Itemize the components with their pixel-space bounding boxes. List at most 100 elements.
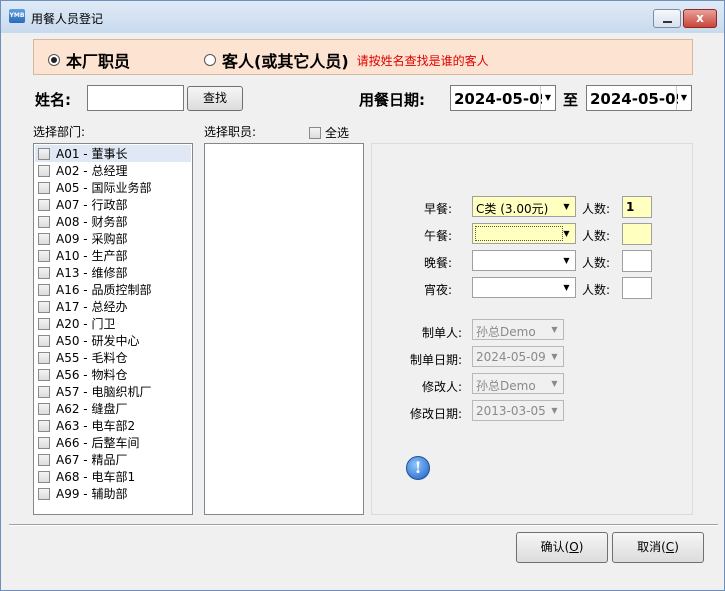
department-checkbox[interactable] bbox=[38, 470, 50, 483]
footer-divider bbox=[9, 524, 718, 526]
department-item[interactable]: A13 - 维修部 bbox=[35, 264, 191, 281]
date-separator: 至 bbox=[563, 91, 579, 109]
lunch-count-label: 人数: bbox=[582, 229, 611, 243]
department-checkbox[interactable] bbox=[38, 402, 50, 415]
ok-button[interactable]: 确认(O) bbox=[516, 532, 608, 563]
department-item[interactable]: A08 - 财务部 bbox=[35, 213, 191, 230]
guest-hint: 请按姓名查找是谁的客人 bbox=[356, 53, 489, 68]
department-item-label: A99 - 辅助部 bbox=[56, 487, 128, 501]
radio-guest[interactable]: 客人(或其它人员) 请按姓名查找是谁的客人 bbox=[204, 48, 489, 72]
app-icon: YMB bbox=[9, 9, 25, 23]
ok-button-key: O bbox=[569, 540, 579, 554]
chevron-down-icon[interactable]: ▼ bbox=[558, 251, 575, 270]
department-checkbox[interactable] bbox=[38, 232, 50, 245]
date-to-picker[interactable]: 2024-05-09 ▼ bbox=[586, 85, 692, 111]
department-item[interactable]: A50 - 研发中心 bbox=[35, 332, 191, 349]
department-checkbox[interactable] bbox=[38, 181, 50, 194]
lunch-combo[interactable]: ▼ bbox=[472, 223, 576, 244]
breakfast-combo[interactable]: C类 (3.00元) ▼ bbox=[472, 196, 576, 217]
radio-own-staff-label: 本厂职员 bbox=[66, 52, 131, 71]
name-input[interactable] bbox=[87, 85, 184, 111]
department-checkbox[interactable] bbox=[38, 283, 50, 296]
department-item[interactable]: A56 - 物料仓 bbox=[35, 366, 191, 383]
department-item-label: A13 - 维修部 bbox=[56, 266, 128, 280]
department-item[interactable]: A02 - 总经理 bbox=[35, 162, 191, 179]
minimize-icon[interactable] bbox=[653, 9, 681, 28]
department-checkbox[interactable] bbox=[38, 215, 50, 228]
create-date-value: 2024-05-09 bbox=[476, 350, 546, 364]
department-item[interactable]: A68 - 电车部1 bbox=[35, 468, 191, 485]
department-item[interactable]: A07 - 行政部 bbox=[35, 196, 191, 213]
select-all-box[interactable] bbox=[309, 126, 321, 139]
supper-count[interactable] bbox=[622, 277, 652, 299]
chevron-down-icon: ▼ bbox=[551, 406, 558, 415]
department-item-label: A66 - 后整车间 bbox=[56, 436, 140, 450]
supper-count-label: 人数: bbox=[582, 283, 611, 297]
department-item[interactable]: A10 - 生产部 bbox=[35, 247, 191, 264]
department-item-label: A09 - 采购部 bbox=[56, 232, 128, 246]
department-item[interactable]: A67 - 精品厂 bbox=[35, 451, 191, 468]
staff-list[interactable] bbox=[204, 143, 364, 515]
chevron-down-icon: ▼ bbox=[551, 325, 558, 334]
department-checkbox[interactable] bbox=[38, 368, 50, 381]
department-checkbox[interactable] bbox=[38, 198, 50, 211]
department-item[interactable]: A63 - 电车部2 bbox=[35, 417, 191, 434]
department-item[interactable]: A05 - 国际业务部 bbox=[35, 179, 191, 196]
info-icon[interactable]: ! bbox=[406, 456, 430, 480]
supper-combo[interactable]: ▼ bbox=[472, 277, 576, 298]
department-item[interactable]: A55 - 毛料仓 bbox=[35, 349, 191, 366]
lunch-label: 午餐: bbox=[423, 229, 452, 243]
chevron-down-icon[interactable]: ▼ bbox=[676, 86, 691, 110]
department-item[interactable]: A62 - 缝盘厂 bbox=[35, 400, 191, 417]
department-checkbox[interactable] bbox=[38, 453, 50, 466]
cancel-button-key: C bbox=[665, 540, 675, 554]
department-checkbox[interactable] bbox=[38, 419, 50, 432]
department-checkbox[interactable] bbox=[38, 436, 50, 449]
cancel-button-text: 取消( bbox=[637, 540, 666, 554]
radio-guest-indicator[interactable] bbox=[204, 54, 216, 66]
radio-own-staff[interactable]: 本厂职员 bbox=[48, 48, 130, 72]
department-checkbox[interactable] bbox=[38, 164, 50, 177]
department-item[interactable]: A16 - 品质控制部 bbox=[35, 281, 191, 298]
department-item[interactable]: A20 - 门卫 bbox=[35, 315, 191, 332]
department-checkbox[interactable] bbox=[38, 317, 50, 330]
department-checkbox[interactable] bbox=[38, 147, 50, 160]
breakfast-count-label: 人数: bbox=[582, 202, 611, 216]
chevron-down-icon[interactable]: ▼ bbox=[558, 278, 575, 297]
chevron-down-icon[interactable]: ▼ bbox=[558, 197, 575, 216]
department-checkbox[interactable] bbox=[38, 334, 50, 347]
creator-field: 孙总Demo ▼ bbox=[472, 319, 564, 340]
dinner-combo[interactable]: ▼ bbox=[472, 250, 576, 271]
lunch-count[interactable] bbox=[622, 223, 652, 245]
radio-own-staff-indicator[interactable] bbox=[48, 54, 60, 66]
find-button[interactable]: 查找 bbox=[187, 86, 243, 111]
chevron-down-icon[interactable]: ▼ bbox=[540, 86, 555, 110]
department-item[interactable]: A66 - 后整车间 bbox=[35, 434, 191, 451]
cancel-button[interactable]: 取消(C) bbox=[612, 532, 704, 563]
department-item-label: A08 - 财务部 bbox=[56, 215, 128, 229]
department-item[interactable]: A99 - 辅助部 bbox=[35, 485, 191, 502]
department-checkbox[interactable] bbox=[38, 487, 50, 500]
dinner-label: 晚餐: bbox=[423, 256, 452, 270]
close-icon[interactable]: x bbox=[683, 9, 717, 28]
create-date-label: 制单日期: bbox=[409, 353, 462, 367]
department-checkbox[interactable] bbox=[38, 351, 50, 364]
ok-button-end: ) bbox=[578, 540, 584, 554]
department-item[interactable]: A01 - 董事长 bbox=[35, 145, 191, 162]
department-checkbox[interactable] bbox=[38, 385, 50, 398]
date-from-picker[interactable]: 2024-05-09 ▼ bbox=[450, 85, 556, 111]
select-all-checkbox[interactable]: 全选 bbox=[309, 124, 349, 141]
breakfast-count[interactable]: 1 bbox=[622, 196, 652, 218]
department-item[interactable]: A17 - 总经办 bbox=[35, 298, 191, 315]
chevron-down-icon[interactable]: ▼ bbox=[558, 224, 575, 243]
department-checkbox[interactable] bbox=[38, 266, 50, 279]
dinner-count[interactable] bbox=[622, 250, 652, 272]
department-item[interactable]: A57 - 电脑织机厂 bbox=[35, 383, 191, 400]
department-checkbox[interactable] bbox=[38, 249, 50, 262]
department-item[interactable]: A09 - 采购部 bbox=[35, 230, 191, 247]
department-checkbox[interactable] bbox=[38, 300, 50, 313]
dinner-count-label: 人数: bbox=[582, 256, 611, 270]
department-list[interactable]: A01 - 董事长 A02 - 总经理 A05 - 国际业务部 A07 - 行政部 A0… bbox=[33, 143, 193, 515]
supper-label: 宵夜: bbox=[423, 283, 452, 297]
title-bar[interactable]: YMB 用餐人员登记 x bbox=[1, 1, 724, 33]
